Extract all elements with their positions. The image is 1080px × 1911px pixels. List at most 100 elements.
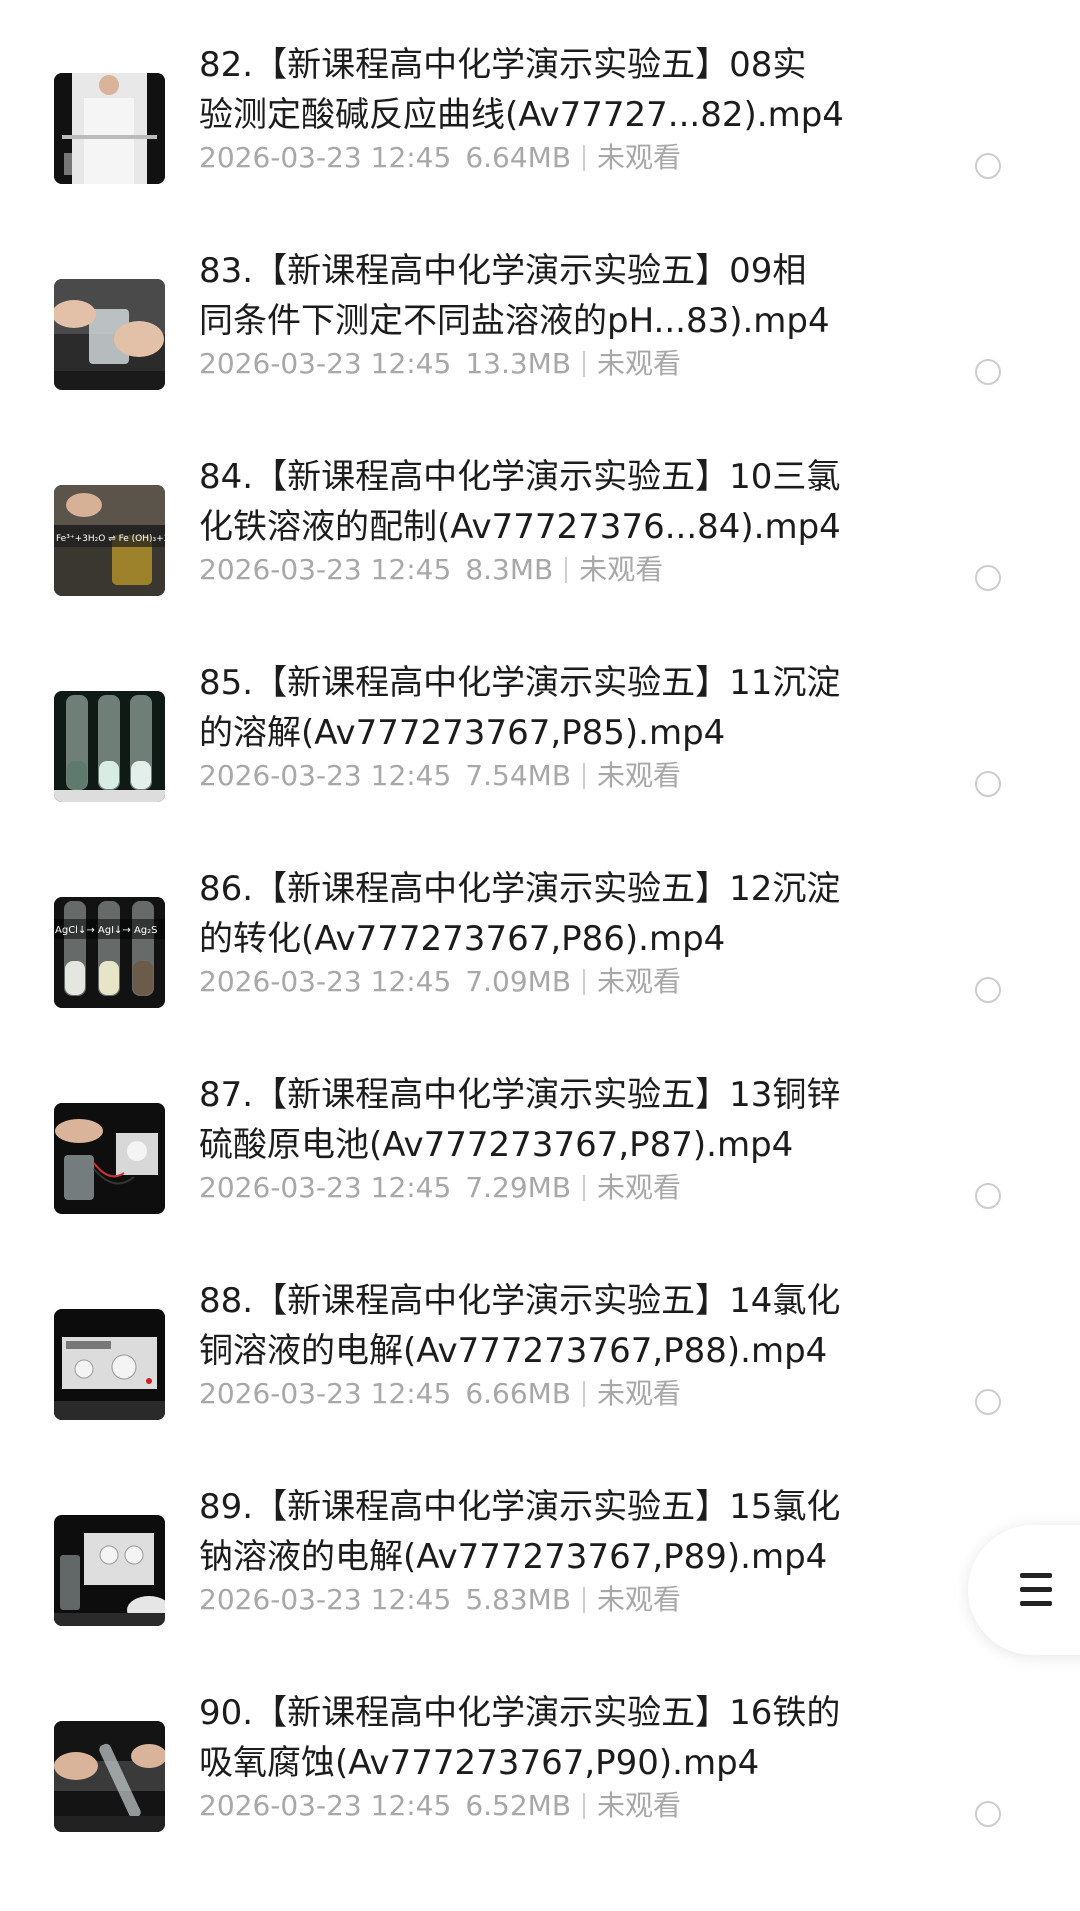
file-meta: 2026-03-23 12:45 7.54MB 未观看 (199, 756, 681, 796)
watch-status: 未观看 (597, 965, 682, 998)
meta-divider (583, 351, 586, 377)
file-title-line: 硫酸原电池(Av777273767,P87).mp4 (199, 1125, 794, 1165)
file-size: 13.3MB (465, 347, 572, 380)
file-size: 6.52MB (465, 1789, 572, 1822)
thumbnail-caption: Fe³⁺+3H₂O ⇌ Fe (OH)₃+3H (56, 534, 165, 544)
file-title[interactable]: 88.【新课程高中化学演示实验五】14氯化 铜溶液的电解(Av777273767… (199, 1276, 889, 1376)
list-item[interactable]: AgCl↓→ AgI↓→ Ag₂S 86.【新课程高中化学演示实验五】12沉淀 … (0, 864, 1080, 1070)
file-size: 8.3MB (465, 553, 554, 586)
select-radio[interactable] (975, 977, 1001, 1003)
list-item[interactable]: 83.【新课程高中化学演示实验五】09相 同条件下测定不同盐溶液的pH...83… (0, 246, 1080, 452)
list-item[interactable]: 82.【新课程高中化学演示实验五】08实 验测定酸碱反应曲线(Av77727..… (0, 40, 1080, 246)
watch-status: 未观看 (597, 347, 682, 380)
file-title-line: 铜溶液的电解(Av777273767,P88).mp4 (199, 1331, 828, 1371)
watch-status: 未观看 (579, 553, 664, 586)
video-thumbnail[interactable] (54, 1721, 165, 1832)
video-thumbnail[interactable] (54, 1103, 165, 1214)
file-size: 6.66MB (465, 1377, 572, 1410)
file-meta: 2026-03-23 12:45 13.3MB 未观看 (199, 344, 681, 384)
file-meta: 2026-03-23 12:45 6.52MB 未观看 (199, 1786, 681, 1826)
list-item[interactable]: 87.【新课程高中化学演示实验五】13铜锌 硫酸原电池(Av777273767,… (0, 1070, 1080, 1276)
list-item[interactable]: 89.【新课程高中化学演示实验五】15氯化 钠溶液的电解(Av777273767… (0, 1482, 1080, 1688)
video-thumbnail[interactable]: AgCl↓→ AgI↓→ Ag₂S (54, 897, 165, 1008)
file-date: 2026-03-23 12:45 (199, 1171, 452, 1204)
file-title[interactable]: 89.【新课程高中化学演示实验五】15氯化 钠溶液的电解(Av777273767… (199, 1482, 889, 1582)
file-title-line: 的溶解(Av777273767,P85).mp4 (199, 713, 726, 753)
video-thumbnail[interactable]: Fe³⁺+3H₂O ⇌ Fe (OH)₃+3H (54, 485, 165, 596)
video-thumbnail[interactable] (54, 279, 165, 390)
list-item[interactable]: 85.【新课程高中化学演示实验五】11沉淀 的溶解(Av777273767,P8… (0, 658, 1080, 864)
meta-divider (565, 557, 568, 583)
thumbnail-image (54, 73, 165, 184)
file-title[interactable]: 82.【新课程高中化学演示实验五】08实 验测定酸碱反应曲线(Av77727..… (199, 40, 889, 140)
meta-divider (583, 145, 586, 171)
list-item[interactable]: 88.【新课程高中化学演示实验五】14氯化 铜溶液的电解(Av777273767… (0, 1276, 1080, 1482)
select-radio[interactable] (975, 1183, 1001, 1209)
watch-status: 未观看 (597, 1583, 682, 1616)
file-title-line: 85.【新课程高中化学演示实验五】11沉淀 (199, 663, 841, 703)
select-radio[interactable] (975, 1801, 1001, 1827)
file-title[interactable]: 85.【新课程高中化学演示实验五】11沉淀 的溶解(Av777273767,P8… (199, 658, 889, 758)
file-title-line: 87.【新课程高中化学演示实验五】13铜锌 (199, 1075, 841, 1115)
file-meta: 2026-03-23 12:45 6.66MB 未观看 (199, 1374, 681, 1414)
file-meta: 2026-03-23 12:45 7.29MB 未观看 (199, 1168, 681, 1208)
file-title-line: 化铁溶液的配制(Av77727376...84).mp4 (199, 507, 841, 547)
file-title[interactable]: 90.【新课程高中化学演示实验五】16铁的 吸氧腐蚀(Av777273767,P… (199, 1688, 889, 1788)
file-title-line: 86.【新课程高中化学演示实验五】12沉淀 (199, 869, 841, 909)
file-title[interactable]: 83.【新课程高中化学演示实验五】09相 同条件下测定不同盐溶液的pH...83… (199, 246, 889, 346)
select-radio[interactable] (975, 771, 1001, 797)
video-thumbnail[interactable] (54, 691, 165, 802)
meta-divider (583, 763, 586, 789)
file-title-line: 的转化(Av777273767,P86).mp4 (199, 919, 726, 959)
select-radio[interactable] (975, 1389, 1001, 1415)
meta-divider (583, 969, 586, 995)
watch-status: 未观看 (597, 1789, 682, 1822)
watch-status: 未观看 (597, 1377, 682, 1410)
meta-divider (583, 1381, 586, 1407)
select-radio[interactable] (975, 153, 1001, 179)
thumbnail-image (54, 279, 165, 390)
video-thumbnail[interactable] (54, 1309, 165, 1420)
meta-divider (583, 1793, 586, 1819)
file-date: 2026-03-23 12:45 (199, 1583, 452, 1616)
thumbnail-image: AgCl↓→ AgI↓→ Ag₂S (54, 897, 165, 1008)
file-meta: 2026-03-23 12:45 5.83MB 未观看 (199, 1580, 681, 1620)
file-date: 2026-03-23 12:45 (199, 141, 452, 174)
thumbnail-image (54, 1721, 165, 1832)
file-date: 2026-03-23 12:45 (199, 347, 452, 380)
file-size: 5.83MB (465, 1583, 572, 1616)
file-title-line: 同条件下测定不同盐溶液的pH...83).mp4 (199, 301, 830, 341)
file-meta: 2026-03-23 12:45 6.64MB 未观看 (199, 138, 681, 178)
thumbnail-image (54, 1515, 165, 1626)
file-title-line: 83.【新课程高中化学演示实验五】09相 (199, 251, 807, 291)
select-radio[interactable] (975, 359, 1001, 385)
file-size: 7.09MB (465, 965, 572, 998)
file-title-line: 验测定酸碱反应曲线(Av77727...82).mp4 (199, 95, 844, 135)
thumbnail-image (54, 1103, 165, 1214)
file-date: 2026-03-23 12:45 (199, 759, 452, 792)
thumbnail-image: Fe³⁺+3H₂O ⇌ Fe (OH)₃+3H (54, 485, 165, 596)
watch-status: 未观看 (597, 1171, 682, 1204)
file-date: 2026-03-23 12:45 (199, 1377, 452, 1410)
file-date: 2026-03-23 12:45 (199, 553, 452, 586)
file-title-line: 82.【新课程高中化学演示实验五】08实 (199, 45, 807, 85)
meta-divider (583, 1587, 586, 1613)
thumbnail-image (54, 1309, 165, 1420)
file-date: 2026-03-23 12:45 (199, 965, 452, 998)
thumbnail-image (54, 691, 165, 802)
list-item[interactable]: 90.【新课程高中化学演示实验五】16铁的 吸氧腐蚀(Av777273767,P… (0, 1688, 1080, 1894)
file-title-line: 钠溶液的电解(Av777273767,P89).mp4 (199, 1537, 828, 1577)
file-title-line: 89.【新课程高中化学演示实验五】15氯化 (199, 1487, 841, 1527)
file-size: 7.29MB (465, 1171, 572, 1204)
list-item[interactable]: Fe³⁺+3H₂O ⇌ Fe (OH)₃+3H 84.【新课程高中化学演示实验五… (0, 452, 1080, 658)
select-radio[interactable] (975, 565, 1001, 591)
meta-divider (583, 1175, 586, 1201)
file-title[interactable]: 84.【新课程高中化学演示实验五】10三氯 化铁溶液的配制(Av77727376… (199, 452, 889, 552)
file-title-line: 90.【新课程高中化学演示实验五】16铁的 (199, 1693, 841, 1733)
file-title[interactable]: 86.【新课程高中化学演示实验五】12沉淀 的转化(Av777273767,P8… (199, 864, 889, 964)
video-thumbnail[interactable] (54, 1515, 165, 1626)
file-date: 2026-03-23 12:45 (199, 1789, 452, 1822)
file-title[interactable]: 87.【新课程高中化学演示实验五】13铜锌 硫酸原电池(Av777273767,… (199, 1070, 889, 1170)
video-thumbnail[interactable] (54, 73, 165, 184)
watch-status: 未观看 (597, 759, 682, 792)
